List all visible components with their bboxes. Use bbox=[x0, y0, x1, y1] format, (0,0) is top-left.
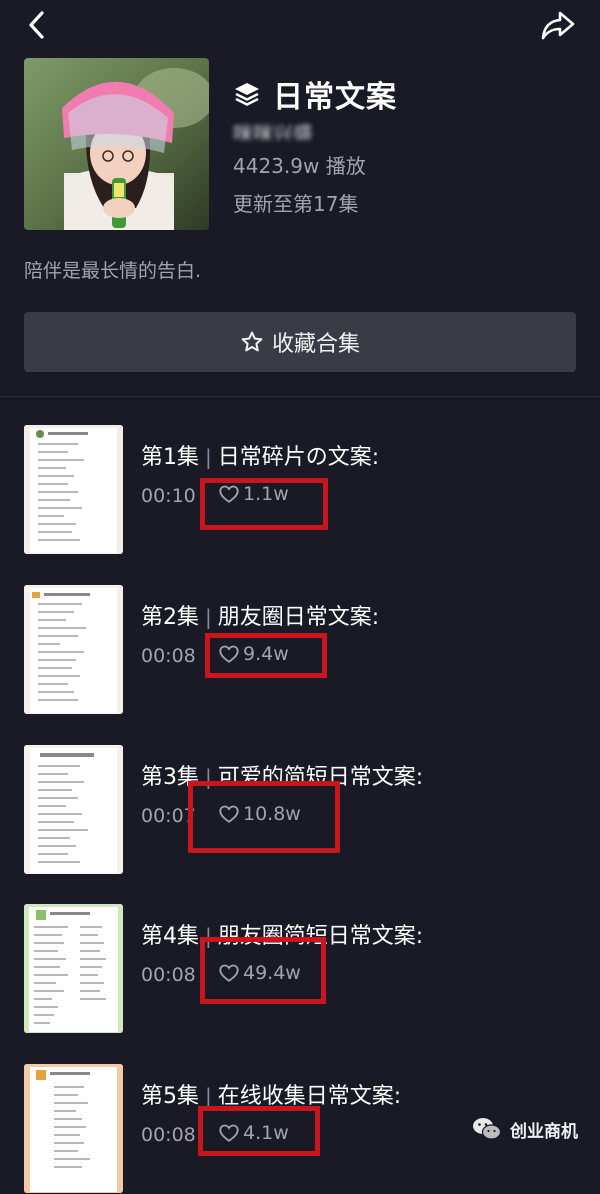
section-divider bbox=[0, 396, 600, 397]
episode-duration: 00:08 bbox=[141, 1124, 196, 1146]
title-separator: | bbox=[205, 605, 212, 629]
episode-thumbnail[interactable] bbox=[24, 904, 123, 1033]
episode-name: 日常碎片の文案: bbox=[217, 445, 380, 470]
layers-icon bbox=[235, 83, 259, 106]
episode-number: 第5集 bbox=[141, 1084, 199, 1109]
episode-number: 第4集 bbox=[141, 924, 199, 949]
series-title-row: 日常文案 bbox=[233, 74, 397, 115]
share-button[interactable] bbox=[540, 8, 576, 42]
episode-number: 第1集 bbox=[141, 445, 199, 470]
star-outline-icon bbox=[241, 331, 263, 352]
author-name[interactable]: 咪咪兴盛 bbox=[233, 118, 343, 140]
collect-label: 收藏合集 bbox=[271, 332, 360, 357]
episode-duration: 00:08 bbox=[141, 964, 196, 986]
red-highlight-box bbox=[200, 478, 328, 530]
episode-name: 朋友圈日常文案: bbox=[217, 605, 380, 630]
watermark: 创业商机 bbox=[472, 1116, 578, 1142]
episode-thumbnail[interactable] bbox=[24, 425, 123, 554]
watermark-text: 创业商机 bbox=[510, 1121, 578, 1142]
series-description: 陪伴是最长情的告白. bbox=[24, 260, 202, 282]
title-separator: | bbox=[205, 1084, 212, 1108]
update-info: 更新至第17集 bbox=[233, 192, 359, 216]
play-count: 4423.9w 播放 bbox=[233, 154, 366, 178]
episode-thumbnail[interactable] bbox=[24, 1064, 123, 1193]
red-highlight-box bbox=[200, 937, 326, 1004]
episode-item[interactable]: 第4集 | 朋友圈简短日常文案: 00:08 49.4w bbox=[0, 904, 600, 1034]
episode-duration: 00:10 bbox=[141, 485, 196, 507]
episode-title[interactable]: 第2集 | 朋友圈日常文案: bbox=[141, 599, 379, 631]
episode-item[interactable]: 第2集 | 朋友圈日常文案: 00:08 9.4w bbox=[0, 585, 600, 715]
red-highlight-box bbox=[198, 1106, 320, 1156]
episode-thumbnail[interactable] bbox=[24, 585, 123, 714]
back-button[interactable] bbox=[22, 8, 56, 42]
episode-number: 第2集 bbox=[141, 605, 199, 630]
wechat-icon bbox=[473, 1118, 502, 1140]
red-highlight-box bbox=[205, 633, 327, 678]
episode-thumbnail[interactable] bbox=[24, 745, 123, 874]
collect-collection-button[interactable]: 收藏合集 bbox=[24, 312, 576, 372]
series-title: 日常文案 bbox=[273, 80, 397, 115]
red-highlight-box bbox=[188, 781, 340, 853]
episode-item[interactable]: 第3集 | 可爱的简短日常文案: 00:07 10.8w bbox=[0, 745, 600, 875]
chevron-left-icon bbox=[29, 11, 44, 39]
episode-item[interactable]: 第1集 | 日常碎片の文案: 00:10 1.1w bbox=[0, 425, 600, 555]
top-bar bbox=[0, 0, 600, 52]
series-cover-image[interactable] bbox=[24, 58, 209, 230]
title-separator: | bbox=[205, 445, 212, 469]
episode-duration: 00:08 bbox=[141, 645, 196, 667]
share-arrow-icon bbox=[541, 11, 575, 40]
episode-title[interactable]: 第1集 | 日常碎片の文案: bbox=[141, 439, 379, 471]
